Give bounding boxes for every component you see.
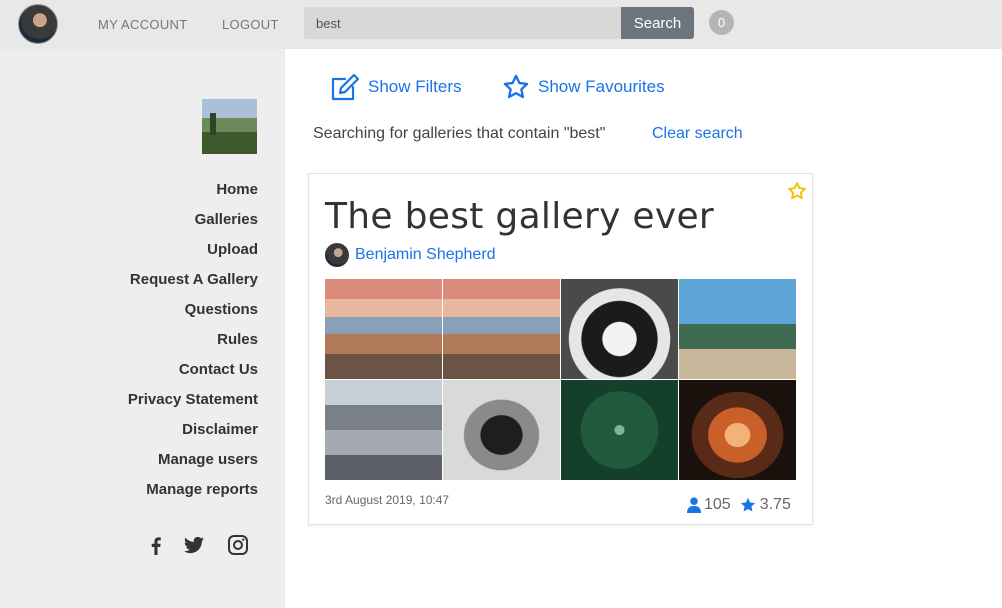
thumbnail-statue[interactable] [679, 279, 796, 379]
clear-search-link[interactable]: Clear search [652, 125, 743, 143]
instagram-icon[interactable] [226, 533, 250, 557]
sidebar-item-disclaimer[interactable]: Disclaimer [128, 419, 258, 449]
facebook-icon[interactable] [144, 533, 168, 557]
notification-count-badge[interactable]: 0 [709, 10, 734, 35]
sidebar: Home Galleries Upload Request A Gallery … [0, 49, 285, 608]
gallery-thumbnail-grid[interactable] [325, 279, 797, 481]
sidebar-nav: Home Galleries Upload Request A Gallery … [128, 179, 258, 509]
top-bar: MY ACCOUNT LOGOUT Search 0 [0, 0, 1002, 49]
author-link[interactable]: Benjamin Shepherd [355, 246, 496, 264]
sidebar-item-request-gallery[interactable]: Request A Gallery [128, 269, 258, 299]
favourite-star-icon[interactable] [787, 181, 807, 201]
search-input[interactable] [304, 7, 621, 39]
my-account-link[interactable]: MY ACCOUNT [98, 17, 187, 32]
user-icon [687, 497, 701, 513]
thumbnail-city-skyline[interactable] [443, 279, 560, 379]
social-links [144, 533, 254, 559]
view-count: 105 [704, 496, 731, 513]
gallery-card[interactable]: The best gallery ever Benjamin Shepherd … [308, 173, 813, 525]
edit-icon [331, 73, 360, 101]
thumbnail-fire[interactable] [679, 380, 796, 480]
sidebar-item-questions[interactable]: Questions [128, 299, 258, 329]
sidebar-item-manage-users[interactable]: Manage users [128, 449, 258, 479]
rating-value: 3.75 [759, 496, 791, 513]
show-filters-button[interactable]: Show Filters [330, 73, 462, 101]
show-favourites-label: Show Favourites [538, 77, 665, 96]
show-favourites-button[interactable]: Show Favourites [502, 73, 665, 101]
search-button[interactable]: Search [621, 7, 694, 39]
sidebar-item-rules[interactable]: Rules [128, 329, 258, 359]
gallery-stats: 105 3.75 [687, 496, 791, 514]
search-info-text: Searching for galleries that contain "be… [313, 125, 606, 142]
sidebar-item-contact[interactable]: Contact Us [128, 359, 258, 389]
sidebar-item-home[interactable]: Home [128, 179, 258, 209]
thumbnail-forest-plane[interactable] [561, 380, 678, 480]
thumbnail-city-aerial[interactable] [325, 380, 442, 480]
gallery-title[interactable]: The best gallery ever [325, 196, 714, 237]
twitter-icon[interactable] [182, 533, 206, 557]
thumbnail-car[interactable] [443, 380, 560, 480]
sidebar-logo-image[interactable] [202, 99, 257, 154]
logout-link[interactable]: LOGOUT [222, 17, 279, 32]
sidebar-item-upload[interactable]: Upload [128, 239, 258, 269]
user-avatar[interactable] [18, 4, 58, 44]
star-outline-icon [503, 74, 529, 99]
sidebar-item-privacy[interactable]: Privacy Statement [128, 389, 258, 419]
gallery-date: 3rd August 2019, 10:47 [325, 493, 450, 507]
star-filled-icon [740, 497, 755, 512]
thumbnail-dog[interactable] [561, 279, 678, 379]
show-filters-label: Show Filters [368, 77, 462, 96]
author-avatar [325, 243, 349, 267]
sidebar-item-manage-reports[interactable]: Manage reports [128, 479, 258, 509]
thumbnail-city-skyline[interactable] [325, 279, 442, 379]
sidebar-item-galleries[interactable]: Galleries [128, 209, 258, 239]
